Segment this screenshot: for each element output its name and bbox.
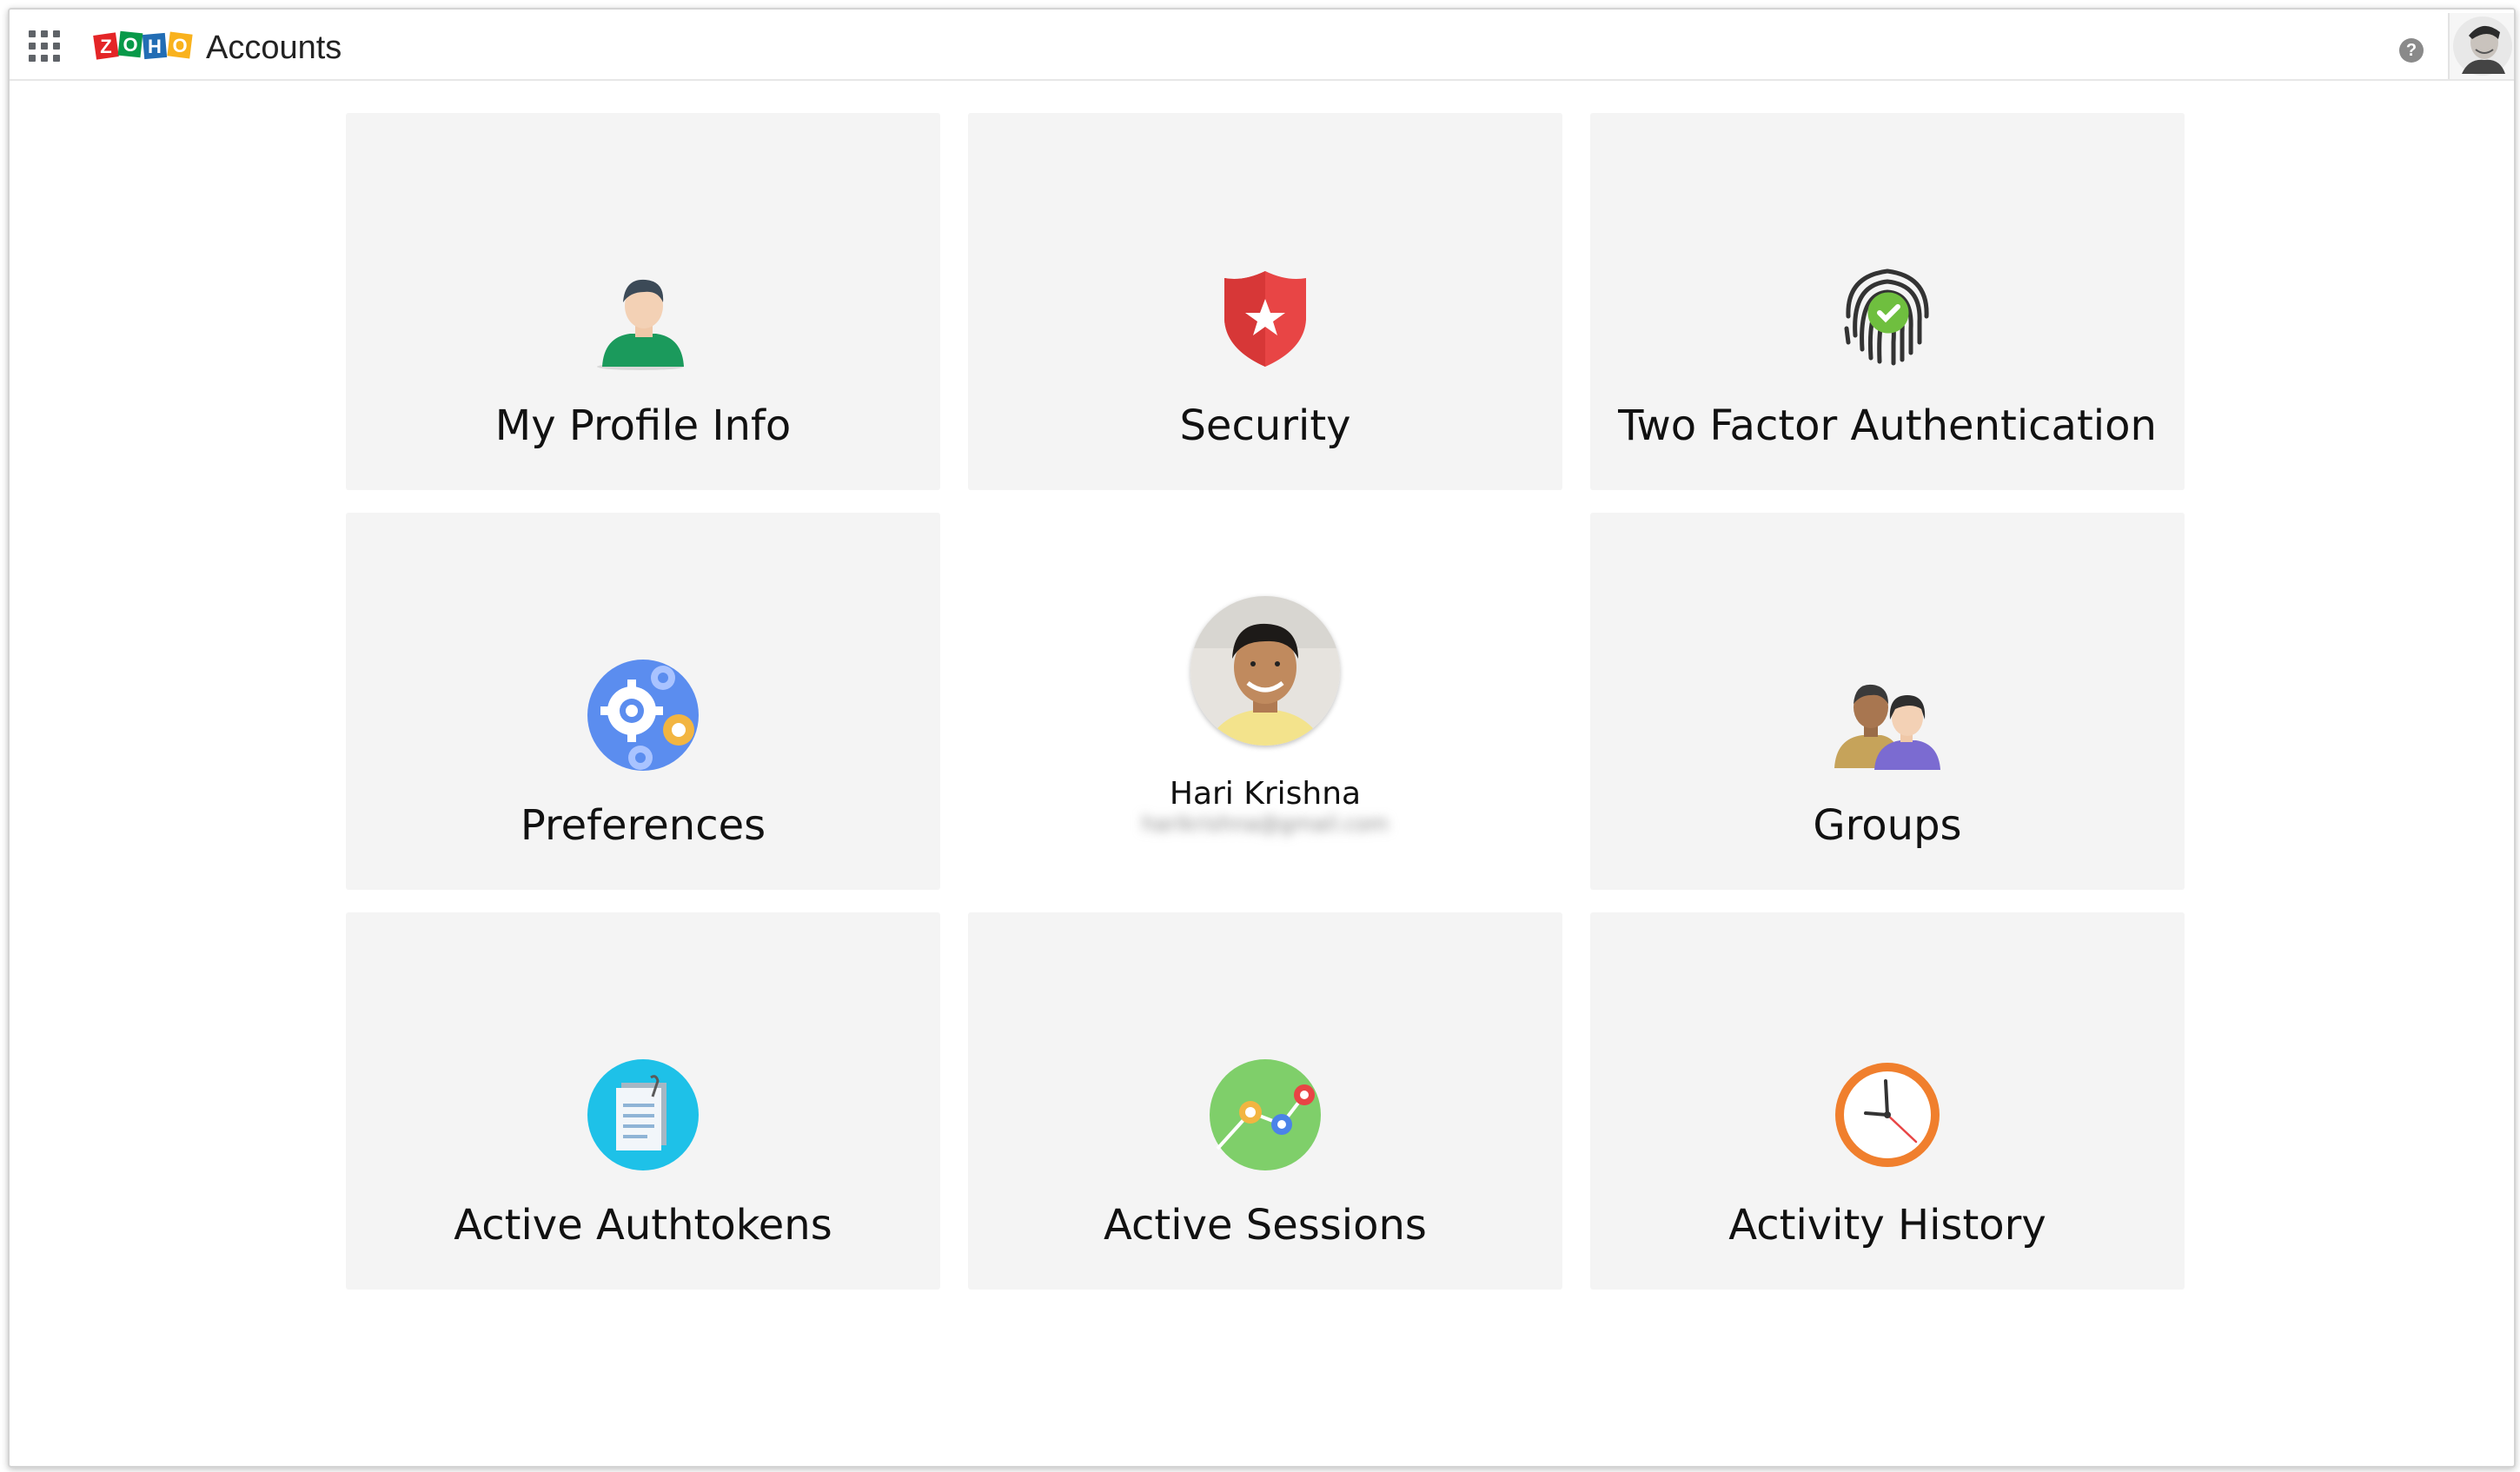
group-icon <box>1834 684 1940 770</box>
profile-name: Hari Krishna <box>1169 776 1362 812</box>
logo-letter-o2: O <box>172 35 187 56</box>
app-launcher-icon[interactable] <box>29 30 60 62</box>
logo-letter-z: Z <box>100 36 111 57</box>
logo-letter-h: H <box>148 36 162 57</box>
tile-my-profile-info[interactable]: My Profile Info <box>346 113 940 490</box>
tile-security[interactable]: Security <box>968 113 1562 490</box>
tile-activity-history[interactable]: Activity History <box>1590 912 2185 1290</box>
app-title: Accounts <box>206 30 342 66</box>
shield-star-icon <box>1224 271 1306 367</box>
clock-icon <box>1835 1063 1940 1167</box>
profile-email: harikrishna@gmail.com <box>1141 812 1389 836</box>
tile-label: Active Authtokens <box>454 1201 832 1250</box>
help-icon[interactable]: ? <box>2399 38 2424 63</box>
tile-preferences[interactable]: Preferences <box>346 513 940 890</box>
fingerprint-check-icon <box>1844 269 1929 366</box>
tile-groups[interactable]: Groups <box>1590 513 2185 890</box>
tile-label: Security <box>1179 401 1351 450</box>
sessions-graph-icon <box>1210 1059 1321 1170</box>
user-icon <box>597 279 684 370</box>
profile-photo[interactable] <box>1190 596 1340 746</box>
tile-label: Two Factor Authentication <box>1618 401 2157 450</box>
top-bar: Z O H O Accounts ? <box>10 10 2514 81</box>
tile-active-sessions[interactable]: Active Sessions <box>968 912 1562 1290</box>
notepad-icon <box>587 1059 699 1170</box>
gears-icon <box>587 660 699 771</box>
tile-two-factor-authentication[interactable]: Two Factor Authentication <box>1590 113 2185 490</box>
user-avatar[interactable] <box>2448 13 2514 79</box>
tile-label: Active Sessions <box>1104 1201 1427 1250</box>
zoho-logo[interactable]: Z O H O <box>93 27 196 65</box>
logo-letter-o1: O <box>123 34 137 56</box>
accounts-tile-grid: My Profile Info Security Two Factor Auth… <box>346 113 2185 1305</box>
tile-label: Activity History <box>1728 1201 2046 1250</box>
tile-label: My Profile Info <box>494 401 792 450</box>
tile-active-authtokens[interactable]: Active Authtokens <box>346 912 940 1290</box>
accounts-window: Z O H O Accounts ? My Profile Info Secur… <box>8 8 2516 1468</box>
